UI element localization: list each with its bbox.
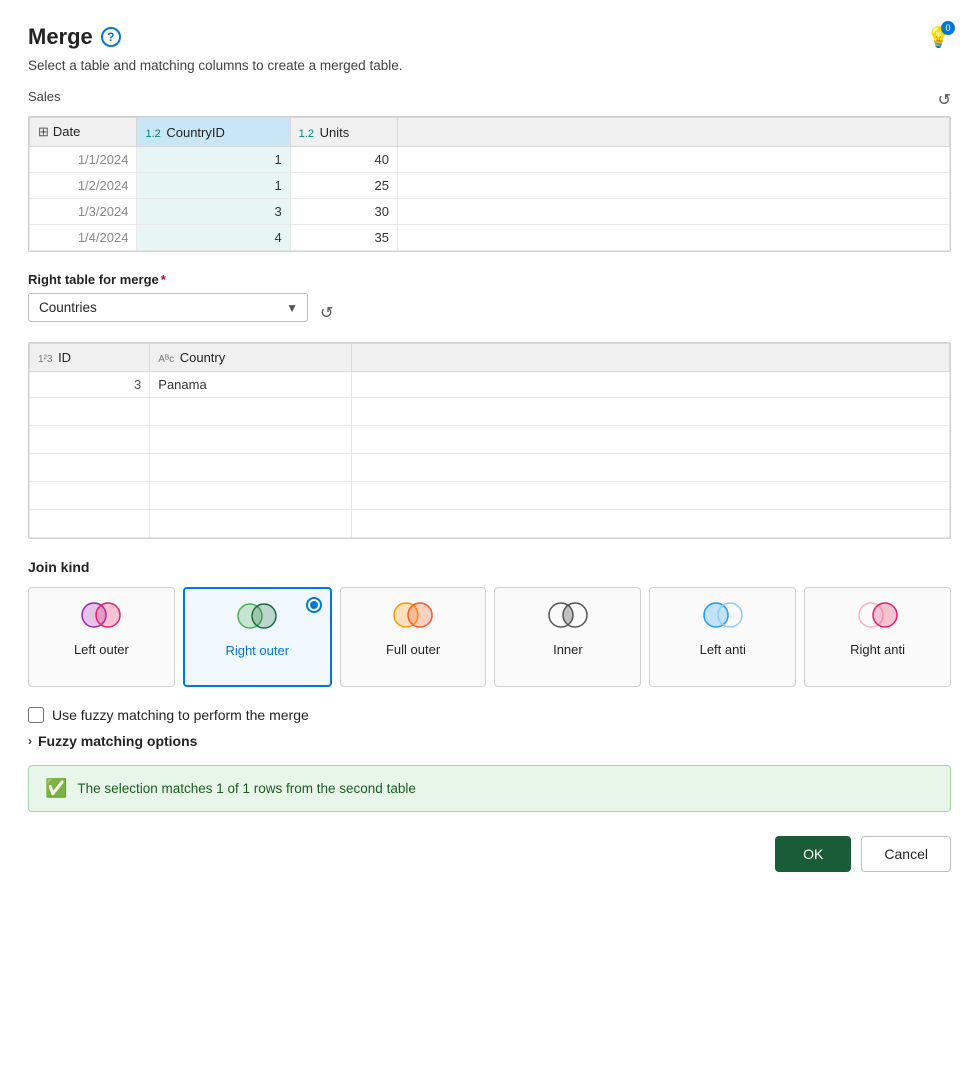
right-table-refresh-icon[interactable]: ↺ xyxy=(320,303,333,323)
sales-label: Sales xyxy=(28,89,61,104)
footer-buttons: OK Cancel xyxy=(28,836,951,872)
sales-row-1: 1/1/2024 1 40 xyxy=(30,147,950,173)
right-empty-row-6 xyxy=(30,510,950,538)
left-outer-label: Left outer xyxy=(74,642,129,657)
lightbulb-icon[interactable]: 💡 0 xyxy=(926,25,951,50)
right-empty-row-3 xyxy=(30,426,950,454)
right-col-empty xyxy=(352,344,950,372)
sales-col-countryid[interactable]: 1.2 CountryID xyxy=(137,118,290,147)
right-table-dropdown[interactable]: Countries xyxy=(28,293,308,322)
right-empty-row-5 xyxy=(30,482,950,510)
full-outer-label: Full outer xyxy=(386,642,440,657)
fuzzy-options-label: Fuzzy matching options xyxy=(38,733,197,749)
chevron-right-icon: › xyxy=(28,734,32,748)
left-anti-label: Left anti xyxy=(700,642,746,657)
fuzzy-section: Use fuzzy matching to perform the merge … xyxy=(28,707,951,749)
right-table-label: Right table for merge* xyxy=(28,272,951,287)
sales-col-units[interactable]: 1.2 Units xyxy=(290,118,397,147)
sales-refresh-icon[interactable]: ↺ xyxy=(938,90,951,110)
sales-section-header: Sales ↺ xyxy=(28,89,951,110)
join-option-right-anti[interactable]: Right anti xyxy=(804,587,951,687)
help-icon[interactable]: ? xyxy=(101,27,121,47)
page-title: Merge xyxy=(28,24,93,50)
dialog-header: Merge ? 💡 0 xyxy=(28,24,951,50)
notification-badge: 0 xyxy=(941,21,955,35)
status-bar: ✅ The selection matches 1 of 1 rows from… xyxy=(28,765,951,812)
full-outer-venn xyxy=(389,600,437,630)
sales-row-2: 1/2/2024 1 25 xyxy=(30,173,950,199)
right-table-section: Right table for merge* Countries ▼ ↺ 1²3… xyxy=(28,272,951,539)
fuzzy-checkbox[interactable] xyxy=(28,707,44,723)
join-options: Left outer Right outer Full outer xyxy=(28,587,951,687)
right-empty-row-2 xyxy=(30,398,950,426)
right-col-country[interactable]: Aᴮc Country xyxy=(150,344,352,372)
right-outer-venn xyxy=(233,601,281,631)
inner-label: Inner xyxy=(553,642,583,657)
radio-dot-right-outer xyxy=(306,597,322,613)
table-icon: ⊞ xyxy=(38,124,49,139)
right-row-1: 3 Panama xyxy=(30,372,950,398)
right-anti-venn xyxy=(854,600,902,630)
sales-row-4: 1/4/2024 4 35 xyxy=(30,225,950,251)
right-table-dropdown-wrapper: Countries ▼ xyxy=(28,293,308,322)
sales-row-3: 1/3/2024 3 30 xyxy=(30,199,950,225)
status-check-icon: ✅ xyxy=(45,778,67,799)
required-star: * xyxy=(161,272,166,287)
left-outer-venn xyxy=(77,600,125,630)
join-kind-section: Join kind Left outer Right outer Fu xyxy=(28,559,951,687)
title-group: Merge ? xyxy=(28,24,121,50)
cancel-button[interactable]: Cancel xyxy=(861,836,951,872)
sales-table: ⊞Date 1.2 CountryID 1.2 Units 1/1/2024 1… xyxy=(29,117,950,251)
join-kind-label: Join kind xyxy=(28,559,951,575)
join-option-left-anti[interactable]: Left anti xyxy=(649,587,796,687)
right-empty-row-4 xyxy=(30,454,950,482)
join-option-right-outer[interactable]: Right outer xyxy=(183,587,332,687)
right-anti-label: Right anti xyxy=(850,642,905,657)
left-anti-venn xyxy=(699,600,747,630)
inner-venn xyxy=(544,600,592,630)
right-table: 1²3 ID Aᴮc Country 3 Panama xyxy=(29,343,950,538)
right-outer-label: Right outer xyxy=(225,643,289,658)
sales-col-empty xyxy=(398,118,950,147)
ok-button[interactable]: OK xyxy=(775,836,851,872)
join-option-inner[interactable]: Inner xyxy=(494,587,641,687)
sales-col-date[interactable]: ⊞Date xyxy=(30,118,137,147)
sales-table-wrapper: ⊞Date 1.2 CountryID 1.2 Units 1/1/2024 1… xyxy=(28,116,951,252)
status-message: The selection matches 1 of 1 rows from t… xyxy=(77,781,415,796)
fuzzy-options-toggle[interactable]: › Fuzzy matching options xyxy=(28,733,951,749)
right-table-wrapper: 1²3 ID Aᴮc Country 3 Panama xyxy=(28,342,951,539)
fuzzy-checkbox-label[interactable]: Use fuzzy matching to perform the merge xyxy=(52,707,309,723)
subtitle: Select a table and matching columns to c… xyxy=(28,58,951,73)
join-option-full-outer[interactable]: Full outer xyxy=(340,587,487,687)
join-option-left-outer[interactable]: Left outer xyxy=(28,587,175,687)
fuzzy-checkbox-row: Use fuzzy matching to perform the merge xyxy=(28,707,951,723)
right-col-id[interactable]: 1²3 ID xyxy=(30,344,150,372)
